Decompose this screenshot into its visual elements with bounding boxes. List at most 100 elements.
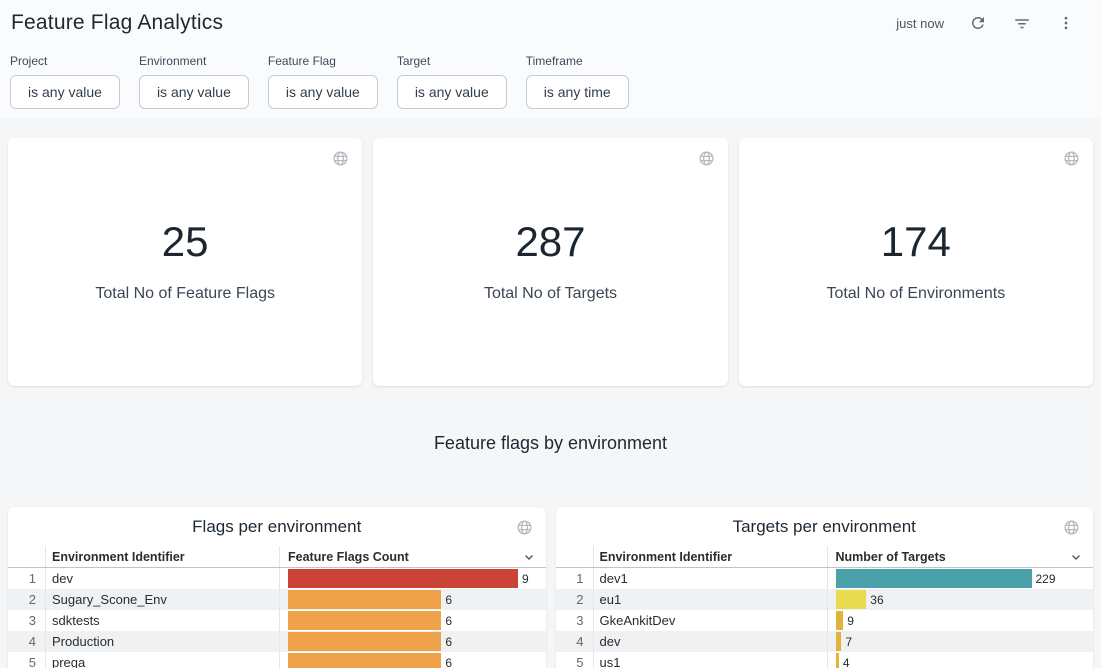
filter-value-button[interactable]: is any value [268,75,378,109]
environment-identifier-cell[interactable]: prega [46,652,280,668]
table-row: 1dev9 [8,568,546,589]
value-bar[interactable] [836,569,1032,588]
table-row: 2eu1 36 [556,589,1094,610]
value-label: 36 [870,593,883,607]
table-row: 4Production6 [8,631,546,652]
kpi-label: Total No of Targets [484,285,617,303]
table-title: Targets per environment [556,515,1094,539]
value-label: 7 [845,635,852,649]
column-header-environment[interactable]: Environment Identifier [46,546,280,567]
column-header-label: Feature Flags Count [288,550,409,564]
value-bar[interactable] [836,611,844,630]
row-number: 1 [556,568,594,589]
environment-identifier-cell[interactable]: Production [46,631,280,652]
tables-row: Flags per environment Environment Identi… [8,507,1093,668]
value-bar-cell[interactable]: 9 [828,610,1094,631]
value-bar[interactable] [288,632,441,651]
section-title: Feature flags by environment [8,430,1093,456]
row-number: 3 [556,610,594,631]
environment-identifier-cell[interactable]: us1 [594,652,828,668]
page-title: Feature Flag Analytics [11,11,223,35]
value-bar-cell[interactable]: 9 [280,568,546,589]
column-header-environment[interactable]: Environment Identifier [594,546,828,567]
column-header-count[interactable]: Number of Targets [828,546,1094,567]
filter-label: Project [10,54,120,69]
title-bar: Feature Flag Analytics just now [0,7,1101,39]
filter-group-environment: Environmentis any value [139,54,249,109]
value-label: 6 [445,635,452,649]
table-header: Environment Identifier Feature Flags Cou… [8,546,546,568]
value-bar-cell[interactable]: 7 [828,631,1094,652]
environment-identifier-cell[interactable]: eu1 [594,589,828,610]
targets-table: Environment Identifier Number of Targets… [556,546,1094,668]
kpi-value: 25 [162,221,209,263]
chevron-down-icon[interactable] [1069,550,1083,567]
value-bar[interactable] [288,611,441,630]
filter-value-button[interactable]: is any value [10,75,120,109]
value-bar[interactable] [836,590,867,609]
value-bar[interactable] [288,569,518,588]
flags-per-environment-card: Flags per environment Environment Identi… [8,507,546,668]
targets-per-environment-card: Targets per environment Environment Iden… [556,507,1094,668]
kpi-value: 174 [881,221,951,263]
filter-list-icon[interactable] [1012,13,1032,33]
row-number-header [556,546,594,567]
environment-identifier-cell[interactable]: sdktests [46,610,280,631]
environment-identifier-cell[interactable]: dev1 [594,568,828,589]
value-bar-cell[interactable]: 36 [828,589,1094,610]
refresh-icon[interactable] [968,13,988,33]
value-bar-cell[interactable]: 6 [280,631,546,652]
kpi-label: Total No of Feature Flags [95,285,275,303]
value-bar[interactable] [288,590,441,609]
filter-group-feature-flag: Feature Flagis any value [268,54,378,109]
kebab-menu-icon[interactable] [1056,13,1076,33]
row-number: 3 [8,610,46,631]
kpi-card-feature-flags: 25 Total No of Feature Flags [8,138,362,386]
chevron-down-icon[interactable] [522,550,536,567]
kpi-row: 25 Total No of Feature Flags 287 Total N… [8,138,1093,386]
row-number: 2 [8,589,46,610]
kpi-label: Total No of Environments [826,285,1005,303]
column-header-count[interactable]: Feature Flags Count [280,546,546,567]
value-bar-cell[interactable]: 6 [280,652,546,668]
row-number: 5 [8,652,46,668]
table-row: 3sdktests 6 [8,610,546,631]
filter-group-timeframe: Timeframeis any time [526,54,629,109]
table-row: 5us1 4 [556,652,1094,668]
table-header: Environment Identifier Number of Targets [556,546,1094,568]
value-bar-cell[interactable]: 6 [280,589,546,610]
kpi-value: 287 [515,221,585,263]
table-row: 2Sugary_Scone_Env6 [8,589,546,610]
value-bar[interactable] [836,653,839,668]
environment-identifier-cell[interactable]: Sugary_Scone_Env [46,589,280,610]
table-body: 1dev12292eu1363GkeAnkitDev94dev75us14 [556,568,1094,668]
globe-icon [1063,519,1080,541]
value-bar[interactable] [836,632,842,651]
value-bar-cell[interactable]: 4 [828,652,1094,668]
filter-value-button[interactable]: is any time [526,75,629,109]
value-bar[interactable] [288,653,441,668]
value-bar-cell[interactable]: 229 [828,568,1094,589]
row-number-header [8,546,46,567]
kpi-card-environments: 174 Total No of Environments [739,138,1093,386]
value-bar-cell[interactable]: 6 [280,610,546,631]
column-header-label: Number of Targets [836,550,946,564]
environment-identifier-cell[interactable]: dev [46,568,280,589]
filter-group-target: Targetis any value [397,54,507,109]
value-label: 9 [847,614,854,628]
value-label: 4 [843,656,850,668]
table-title: Flags per environment [8,515,546,539]
row-number: 2 [556,589,594,610]
value-label: 6 [445,614,452,628]
environment-identifier-cell[interactable]: GkeAnkitDev [594,610,828,631]
globe-icon [332,150,349,172]
table-row: 3GkeAnkitDev 9 [556,610,1094,631]
globe-icon [698,150,715,172]
value-label: 229 [1036,572,1056,586]
environment-identifier-cell[interactable]: dev [594,631,828,652]
filter-value-button[interactable]: is any value [139,75,249,109]
filter-value-button[interactable]: is any value [397,75,507,109]
filter-bar: Projectis any valueEnvironmentis any val… [0,54,1101,109]
row-number: 5 [556,652,594,668]
table-body: 1dev92Sugary_Scone_Env63sdktests64Produc… [8,568,546,668]
